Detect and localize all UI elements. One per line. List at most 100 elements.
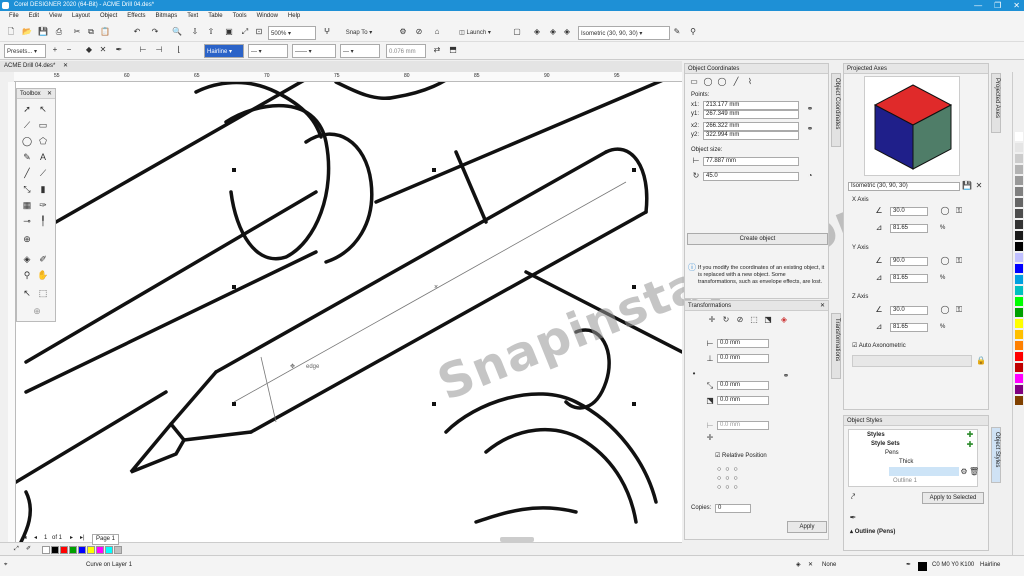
menu-file[interactable]: File bbox=[4, 11, 24, 22]
depth-field[interactable]: 0.0 mm bbox=[717, 421, 769, 430]
palette-swatch[interactable] bbox=[1015, 286, 1023, 295]
palette-swatch[interactable] bbox=[1015, 264, 1023, 273]
tree-styles[interactable]: Styles bbox=[867, 431, 885, 440]
brush-tool-icon[interactable]: ✑ bbox=[37, 199, 49, 211]
3d-icon[interactable]: ◈ bbox=[779, 315, 789, 325]
tree-thick[interactable]: Thick bbox=[899, 458, 913, 467]
style-delete-icon[interactable]: 🗑 bbox=[969, 467, 979, 477]
y-scale-field[interactable]: 81.65 bbox=[890, 274, 928, 283]
paste-icon[interactable]: 📋 bbox=[100, 27, 110, 37]
palette-swatch[interactable] bbox=[1015, 330, 1023, 339]
eyedropper-tool-icon[interactable]: ✐ bbox=[37, 253, 49, 265]
palette-swatch[interactable] bbox=[1015, 297, 1023, 306]
callout-tool-icon[interactable]: ▮ bbox=[37, 183, 49, 195]
swatch[interactable] bbox=[51, 546, 59, 554]
add-style-set-icon[interactable]: ✚ bbox=[965, 440, 975, 450]
polygon-shape-icon[interactable]: ◯ bbox=[717, 77, 727, 87]
swatch[interactable] bbox=[114, 546, 122, 554]
minimize-button[interactable]: — bbox=[974, 0, 982, 11]
menu-tools[interactable]: Tools bbox=[228, 11, 252, 22]
palette-swatch[interactable] bbox=[1015, 220, 1023, 229]
auto-axonometric-checkbox[interactable]: ☑ Auto Axonometric bbox=[852, 342, 906, 351]
corner-icon[interactable]: ⌊ bbox=[174, 45, 184, 55]
full-screen-icon[interactable]: ⤢ bbox=[240, 27, 250, 37]
close-button[interactable]: ✕ bbox=[1013, 0, 1020, 11]
wrap-icon[interactable]: ⇄ bbox=[432, 45, 442, 55]
last-page-icon[interactable]: ▸| bbox=[80, 534, 85, 543]
angle-field[interactable]: 45.0 bbox=[703, 172, 799, 181]
x-lock-icon[interactable]: ⚿ bbox=[954, 206, 964, 216]
palette-swatch[interactable] bbox=[1015, 275, 1023, 284]
x2-field[interactable]: 266.322 mm bbox=[703, 122, 799, 131]
line-end-start-icon[interactable]: ⊢ bbox=[138, 45, 148, 55]
import-icon[interactable]: ⇩ bbox=[190, 27, 200, 37]
frame-icon[interactable]: ▢ bbox=[512, 27, 522, 37]
projection-settings-icon[interactable]: ✎ bbox=[672, 27, 682, 37]
page-tab[interactable]: Page 1 bbox=[92, 534, 120, 545]
projected-axes-tab[interactable]: Projected Axes bbox=[991, 73, 1001, 133]
palette-swatch[interactable] bbox=[1015, 253, 1023, 262]
remove-preset-icon[interactable]: − bbox=[64, 45, 74, 55]
transformations-tab[interactable]: Transformations bbox=[831, 313, 841, 379]
palette-swatch[interactable] bbox=[1015, 363, 1023, 372]
options-gear-icon[interactable]: ⚙ bbox=[398, 27, 408, 37]
palette-swatch[interactable] bbox=[1015, 198, 1023, 207]
line-end-icon[interactable]: ⊣ bbox=[154, 45, 164, 55]
menu-help[interactable]: Help bbox=[283, 11, 305, 22]
launch-menu[interactable]: ◫ Launch ▾ bbox=[450, 26, 500, 40]
axes-action-bar[interactable] bbox=[852, 355, 972, 367]
y-dial-icon[interactable]: ◯ bbox=[940, 256, 950, 266]
ellipse-tool-icon[interactable]: ◯ bbox=[21, 135, 33, 147]
style-gear-icon[interactable]: ⚙ bbox=[959, 467, 969, 477]
eyedropper-icon[interactable]: ✐ bbox=[26, 545, 31, 554]
horizontal-scrollbar[interactable] bbox=[500, 537, 534, 542]
snap-icon[interactable]: ⵖ bbox=[322, 27, 332, 37]
swatch[interactable] bbox=[69, 546, 77, 554]
swatch[interactable] bbox=[60, 546, 68, 554]
zoom-tool-icon[interactable]: ⚲ bbox=[21, 269, 33, 281]
palette-swatch[interactable] bbox=[1015, 319, 1023, 328]
polygon-tool-icon[interactable]: ⬠ bbox=[37, 135, 49, 147]
palette-swatch[interactable] bbox=[1015, 231, 1023, 240]
palette-swatch[interactable] bbox=[1015, 374, 1023, 383]
open-icon[interactable]: 📂 bbox=[22, 27, 32, 37]
shape-tool-icon[interactable]: ↖ bbox=[37, 103, 49, 115]
add-page-icon[interactable]: ⤢ bbox=[14, 545, 19, 554]
palette-swatch[interactable] bbox=[1015, 242, 1023, 251]
add-style-icon[interactable]: ✚ bbox=[965, 430, 975, 440]
apply-style-icon[interactable]: ⤤ bbox=[848, 492, 858, 502]
outline-section[interactable]: ▴ Outline (Pens) bbox=[850, 528, 895, 537]
pick-tool-icon[interactable]: ➚ bbox=[21, 103, 33, 115]
menu-text[interactable]: Text bbox=[182, 11, 203, 22]
first-page-icon[interactable]: |◂ bbox=[22, 534, 27, 543]
cube-red-icon[interactable]: ◈ bbox=[532, 27, 542, 37]
x1-field[interactable]: 213.177 mm bbox=[703, 101, 799, 110]
swatch[interactable] bbox=[42, 546, 50, 554]
curve-shape-icon[interactable]: ⌇ bbox=[745, 77, 755, 87]
pan-tool-icon[interactable]: ✋ bbox=[37, 269, 49, 281]
to-front-icon[interactable]: ⬒ bbox=[448, 45, 458, 55]
lock-axes-icon[interactable]: 🔒 bbox=[976, 356, 986, 366]
fill-icon[interactable]: ◆ bbox=[84, 45, 94, 55]
ellipse-shape-icon[interactable]: ◯ bbox=[703, 77, 713, 87]
transformations-close-icon[interactable]: ✕ bbox=[820, 301, 825, 311]
link-icon[interactable]: ⚭ bbox=[781, 371, 791, 381]
outline-width-select[interactable]: Hairline ▾ bbox=[204, 44, 244, 58]
tree-style-sets[interactable]: Style Sets bbox=[871, 440, 900, 449]
palette-swatch[interactable] bbox=[1015, 396, 1023, 405]
height-field[interactable]: 0.0 mm bbox=[717, 396, 769, 405]
maximize-button[interactable]: ❐ bbox=[994, 0, 1001, 11]
apply-to-selected-button[interactable]: Apply to Selected bbox=[922, 492, 984, 504]
relative-position-checkbox[interactable]: ☑ Relative Position bbox=[715, 452, 767, 461]
fill-tool-icon[interactable]: ◈ bbox=[21, 253, 33, 265]
edit-projection-icon[interactable]: ⚲ bbox=[688, 27, 698, 37]
object-styles-tab[interactable]: Object Styles bbox=[991, 427, 1001, 483]
save-preset-icon[interactable]: 💾 bbox=[962, 181, 972, 191]
add-tool-icon[interactable]: ⊕ bbox=[31, 305, 43, 317]
skew-icon[interactable]: ⬔ bbox=[763, 315, 773, 325]
delete-preset-icon[interactable]: ✕ bbox=[974, 181, 984, 191]
swatch[interactable] bbox=[78, 546, 86, 554]
save-icon[interactable]: 💾 bbox=[38, 27, 48, 37]
pointer-tool-icon[interactable]: ↖ bbox=[21, 287, 33, 299]
x-position-field[interactable]: 0.0 mm bbox=[717, 339, 769, 348]
